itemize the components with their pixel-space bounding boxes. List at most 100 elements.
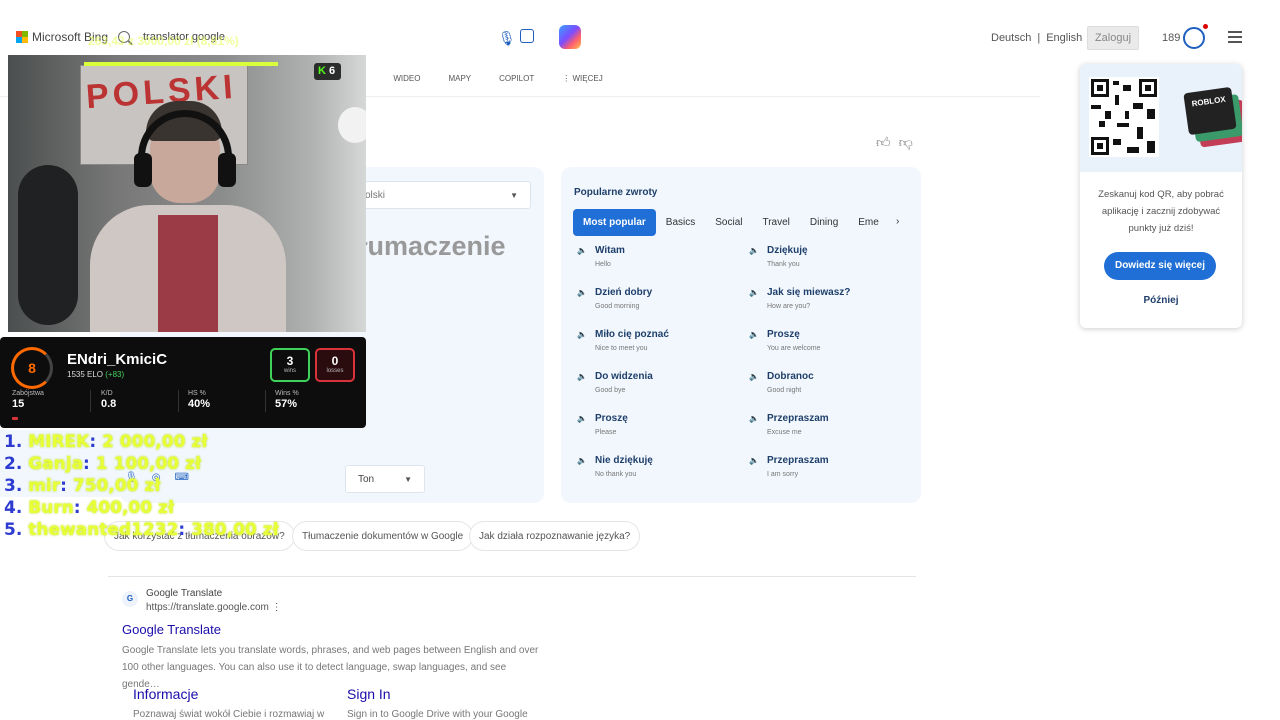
stat-divider [90, 390, 91, 412]
player-stats-card: 8 ENdri_KmiciC 1535 ELO (+83) 3 wins 0 los… [0, 337, 366, 428]
speaker-icon[interactable]: 🔈 [577, 414, 587, 423]
nav-tab-maps[interactable]: MAPY [448, 74, 471, 83]
microphone-icon[interactable]: 🎙 [498, 30, 516, 47]
chevron-down-icon: ▼ [510, 191, 518, 200]
tone-select[interactable]: Ton ▼ [345, 465, 425, 493]
nav-tab-more[interactable]: ⋮ WIĘCEJ [562, 74, 602, 83]
login-button[interactable]: Zaloguj [1087, 26, 1139, 50]
donation-goal-bar [84, 62, 278, 66]
phrase-polish: Dobranoc [767, 371, 814, 382]
nav-tab-copilot[interactable]: COPILOT [499, 74, 534, 83]
related-chip[interactable]: Tłumaczenie dokumentów w Google [292, 521, 474, 551]
rewards-points[interactable]: 189 [1162, 32, 1180, 44]
donor-amount: 750,00 zł [72, 476, 161, 496]
lang-english[interactable]: English [1046, 32, 1082, 44]
speaker-icon[interactable]: 🔈 [749, 414, 759, 423]
speaker-icon[interactable]: 🔈 [749, 372, 759, 381]
google-translate-favicon-icon: G [122, 591, 138, 607]
speaker-icon[interactable]: 🔈 [577, 456, 587, 465]
source-language-value: olski [365, 190, 386, 201]
result-title-link[interactable]: Google Translate [122, 622, 221, 637]
stat-value: 57% [275, 398, 298, 410]
translation-output: łumaczenie [360, 231, 506, 261]
donor-row: 1. MIREK: 2 000,00 zł [4, 432, 208, 452]
section-divider [108, 576, 916, 577]
donor-row: 3. mir: 750,00 zł [4, 476, 161, 496]
tab-emergency[interactable]: Eme [848, 209, 889, 236]
speaker-icon[interactable]: 🔈 [749, 246, 759, 255]
webcam-light-glare [338, 107, 366, 143]
chevron-right-icon[interactable]: › [896, 216, 899, 227]
wins-count: 3 [286, 354, 294, 368]
top-donors-list: 1. MIREK: 2 000,00 zł 2. Ganja: 1 100,00… [4, 432, 279, 542]
phrase-english: No thank you [595, 471, 637, 478]
tone-label: Ton [358, 474, 375, 485]
kick-viewers-badge: K6 [314, 63, 341, 80]
donor-amount: 2 000,00 zł [102, 432, 208, 452]
phrase-english: You are welcome [767, 345, 821, 352]
learn-more-button[interactable]: Dowiedz się więcej [1104, 252, 1216, 280]
phrase-english: How are you? [767, 303, 811, 310]
phrase-english: Good morning [595, 303, 640, 310]
source-language-select[interactable]: olski ▼ [344, 181, 531, 209]
stat-label: Wins % [275, 390, 299, 397]
phrase-english: Good bye [595, 387, 626, 394]
sublink-title[interactable]: Sign In [347, 686, 391, 702]
microsoft-logo-icon [16, 31, 28, 43]
popup-description: Zeskanuj kod QR, aby pobrać aplikację i … [1098, 189, 1224, 234]
phrase-english: Please [595, 429, 617, 436]
speaker-icon[interactable]: 🔈 [577, 330, 587, 339]
hamburger-menu-icon[interactable] [1228, 31, 1242, 43]
app-download-popup: ROBLOX Zeskanuj kod QR, aby pobrać aplik… [1080, 64, 1242, 328]
thumbs-up-icon[interactable]: 👍︎ [876, 134, 891, 151]
stat-label: K/D [101, 390, 113, 397]
donor-rank: 2. [4, 454, 23, 474]
phrase-polish: Miło cię poznać [595, 329, 669, 340]
rewards-trophy-icon[interactable] [1183, 24, 1208, 49]
phrase-english: Nice to meet you [595, 345, 648, 352]
lang-deutsch[interactable]: Deutsch [991, 32, 1031, 44]
donor-amount: 1 100,00 zł [95, 454, 202, 474]
visual-search-icon[interactable] [520, 29, 534, 43]
copilot-icon[interactable] [559, 25, 581, 49]
phrase-english: Hello [595, 261, 611, 268]
donor-name: MIREK [28, 432, 90, 452]
donor-rank: 1. [4, 432, 23, 452]
related-chip[interactable]: Jak działa rozpoznawanie języka? [469, 521, 641, 551]
speaker-icon[interactable]: 🔈 [577, 372, 587, 381]
donor-amount: 400,00 zł [86, 498, 175, 518]
phrase-polish: Dziękuję [767, 245, 808, 256]
speaker-icon[interactable]: 🔈 [749, 456, 759, 465]
stat-winrate: Wins % 57% [275, 390, 299, 410]
screen: Microsoft Bing translator google 🎙 Deuts… [0, 0, 1280, 720]
sublink-desc: Sign in to Google Drive with your Google [347, 709, 528, 720]
tab-most-popular[interactable]: Most popular [573, 208, 656, 236]
speaker-icon[interactable]: 🔈 [577, 246, 587, 255]
result-url[interactable]: https://translate.google.com ⋮ [146, 602, 282, 613]
losses-label: losses [326, 368, 344, 374]
speaker-icon[interactable]: 🔈 [577, 288, 587, 297]
feedback: 👍︎ 👎︎ [876, 134, 913, 151]
wins-box: 3 wins [270, 348, 310, 382]
player-elo: 1535 ELO (+83) [67, 370, 124, 379]
phrase-polish: Witam [595, 245, 625, 256]
stat-hs: HS % 40% [188, 390, 210, 410]
sublink-title[interactable]: Informacje [133, 686, 198, 702]
nav-tab-video[interactable]: WIDEO [393, 74, 420, 83]
qr-code [1089, 77, 1159, 157]
tab-basics[interactable]: Basics [656, 209, 705, 236]
tab-dining[interactable]: Dining [800, 209, 848, 236]
donor-row: 4. Burn: 400,00 zł [4, 498, 175, 518]
thumbs-down-icon[interactable]: 👎︎ [899, 134, 913, 151]
phrase-polish: Nie dziękuję [595, 455, 653, 466]
phrase-polish: Przepraszam [767, 455, 829, 466]
losses-count: 0 [331, 354, 339, 368]
stat-label: Zabójstwa [12, 390, 44, 397]
tab-travel[interactable]: Travel [752, 209, 799, 236]
later-link[interactable]: Później [1080, 295, 1242, 306]
stat-value: 40% [188, 398, 211, 410]
speaker-icon[interactable]: 🔈 [749, 288, 759, 297]
speaker-icon[interactable]: 🔈 [749, 330, 759, 339]
player-name: ENdri_KmiciC [67, 351, 168, 368]
tab-social[interactable]: Social [705, 209, 752, 236]
